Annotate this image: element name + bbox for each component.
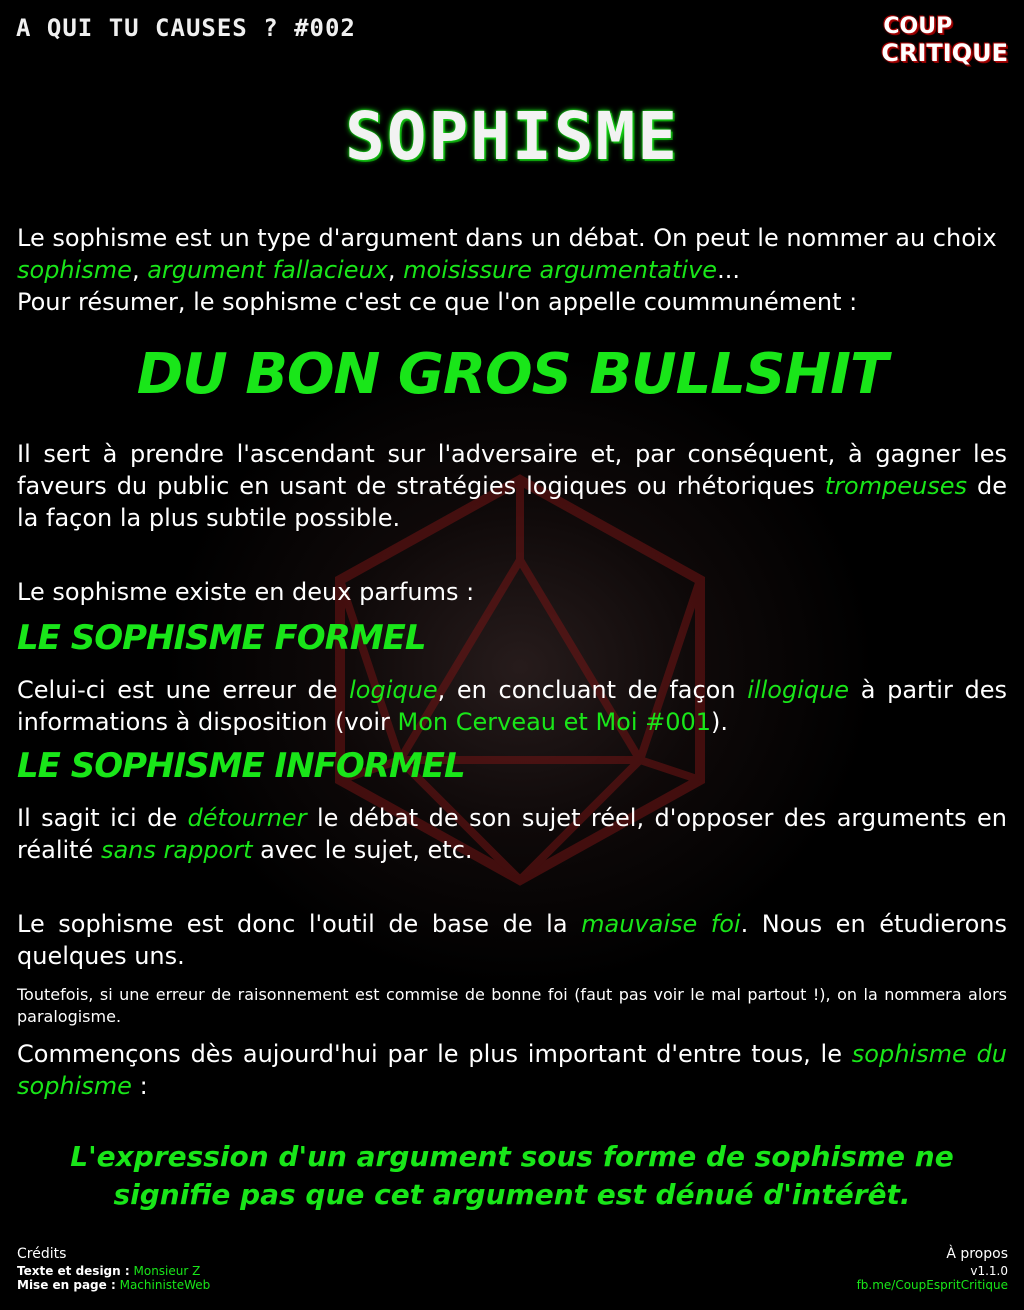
keyword-mauvaise-foi: mauvaise foi: [581, 910, 741, 938]
bad-faith-text-1: Le sophisme est donc l'outil de base de …: [17, 910, 582, 938]
keyword-logique: logique: [349, 676, 438, 704]
closing-quote: L'expression d'un argument sous forme de…: [20, 1138, 1004, 1214]
paralogisme-note: Toutefois, si une erreur de raisonnement…: [17, 985, 1007, 1026]
start-text-1: Commençons dès aujourd'hui par le plus i…: [17, 1040, 852, 1068]
formal-text-1: Celui-ci est une erreur de: [17, 676, 350, 704]
facebook-link[interactable]: fb.me/CoupEspritCritique: [857, 1278, 1008, 1292]
credits-layout-link[interactable]: MachinisteWeb: [120, 1278, 211, 1292]
heading-formal: LE SOPHISME FORMEL: [17, 618, 427, 658]
brand-logo: COUP CRITIQUE: [881, 14, 1008, 66]
formal-text-4: ).: [711, 708, 729, 736]
flavors-intro: Le sophisme existe en deux parfums :: [17, 578, 475, 606]
informal-paragraph: Il sagit ici de détourner le débat de so…: [17, 802, 1007, 866]
quote-line-1: L'expression d'un argument sous forme de…: [70, 1140, 954, 1173]
intro-text-5: Pour résumer, le sophisme c'est ce que l…: [17, 288, 858, 316]
link-mon-cerveau-et-moi[interactable]: Mon Cerveau et Moi #001: [398, 708, 712, 736]
intro-text-2: ,: [131, 256, 148, 284]
formal-text-2: , en concluant de façon: [437, 676, 748, 704]
informal-text-3: avec le sujet, etc.: [252, 836, 473, 864]
heading-informal: LE SOPHISME INFORMEL: [17, 746, 466, 786]
credits-heading: Crédits: [17, 1246, 67, 1262]
formal-paragraph: Celui-ci est une erreur de logique, en c…: [17, 674, 1007, 738]
quote-line-2: signifie pas que cet argument est dénué …: [113, 1178, 911, 1211]
version-label: v1.1.0: [970, 1264, 1008, 1278]
keyword-moisissure: moisissure argumentative: [403, 256, 718, 284]
logo-line-1: COUP: [883, 14, 953, 39]
page-title: SOPHISME: [345, 98, 679, 175]
bad-faith-paragraph: Le sophisme est donc l'outil de base de …: [17, 908, 1007, 972]
keyword-detourner: détourner: [187, 804, 307, 832]
credits-layout-label: Mise en page :: [17, 1278, 116, 1292]
start-paragraph: Commençons dès aujourd'hui par le plus i…: [17, 1038, 1007, 1102]
intro-paragraph: Le sophisme est un type d'argument dans …: [17, 222, 1007, 318]
keyword-sophisme: sophisme: [17, 256, 132, 284]
credits-layout-row: Mise en page : MachinisteWeb: [17, 1278, 210, 1292]
keyword-sans-rapport: sans rapport: [100, 836, 253, 864]
logo-line-2: CRITIQUE: [881, 39, 1008, 67]
informal-text-1: Il sagit ici de: [17, 804, 188, 832]
series-title: A QUI TU CAUSES ? #002: [16, 14, 356, 42]
bullshit-headline: DU BON GROS BULLSHIT: [136, 342, 888, 407]
keyword-argument-fallacieux: argument fallacieux: [147, 256, 388, 284]
intro-text-1: Le sophisme est un type d'argument dans …: [17, 224, 997, 252]
about-block: À propos v1.1.0 fb.me/CoupEspritCritique: [857, 1244, 1008, 1292]
credits-block: Crédits Texte et design : Monsieur Z Mis…: [17, 1244, 210, 1292]
intro-text-3: ,: [387, 256, 404, 284]
purpose-paragraph: Il sert à prendre l'ascendant sur l'adve…: [17, 438, 1007, 534]
keyword-illogique: illogique: [747, 676, 850, 704]
credits-text-row: Texte et design : Monsieur Z: [17, 1264, 210, 1278]
keyword-trompeuses: trompeuses: [824, 472, 968, 500]
intro-text-4: ...: [717, 256, 740, 284]
about-heading: À propos: [946, 1246, 1008, 1262]
credits-text-label: Texte et design :: [17, 1264, 130, 1278]
credits-author-link[interactable]: Monsieur Z: [134, 1264, 201, 1278]
start-text-2: :: [131, 1072, 148, 1100]
